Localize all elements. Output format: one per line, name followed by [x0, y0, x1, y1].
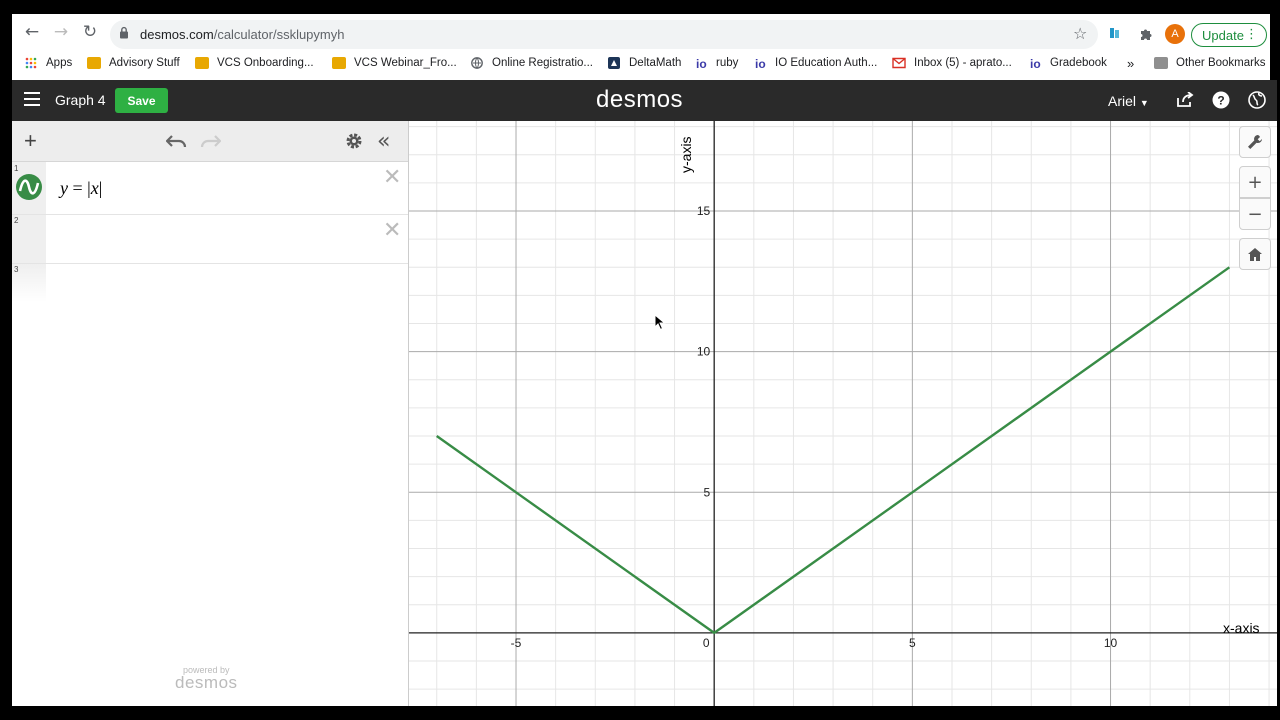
bookmark-io-education[interactable]: io IO Education Auth... [755, 54, 877, 72]
powered-by-logo: desmos [175, 673, 238, 692]
bookmark-star-icon[interactable]: ☆ [1073, 24, 1087, 43]
graph-paper[interactable]: -5 0 5 10 5 10 15 x-axis y-axis [409, 121, 1277, 706]
folder-icon [195, 57, 209, 69]
x-tick-label: 5 [909, 636, 916, 650]
url-text[interactable]: desmos.com/calculator/ssklupymyh [140, 27, 344, 42]
y-tick-label: 15 [697, 204, 711, 218]
user-name: Ariel [1108, 93, 1137, 109]
bookmark-label: VCS Onboarding... [217, 57, 314, 69]
share-icon[interactable] [1176, 91, 1194, 109]
bookmark-label: Online Registratio... [492, 57, 593, 69]
expr-equals: = [68, 178, 88, 198]
bookmark-label: VCS Webinar_Fro... [354, 57, 457, 69]
update-label: Update [1202, 27, 1244, 43]
expr-var-x: x [90, 178, 99, 198]
delete-expression-icon[interactable]: ✕ [383, 218, 401, 243]
io-icon: io [755, 57, 766, 71]
forward-button[interactable]: → [49, 20, 73, 44]
other-bookmarks[interactable]: Other Bookmarks [1154, 54, 1265, 72]
save-button[interactable]: Save [115, 88, 168, 113]
bookmark-inbox[interactable]: Inbox (5) - aprato... [892, 54, 1012, 72]
bookmark-label: Apps [46, 57, 73, 69]
folder-icon [1154, 57, 1168, 69]
bookmark-online-registration[interactable]: Online Registratio... [470, 54, 593, 72]
mouse-cursor-icon [654, 314, 666, 331]
default-view-home-icon[interactable] [1239, 238, 1271, 270]
url-host: desmos.com [140, 27, 214, 42]
update-button[interactable]: Update ⋮ [1191, 23, 1267, 47]
y-axis-label: y-axis [678, 136, 694, 173]
url-path: /calculator/ssklupymyh [213, 27, 345, 42]
profile-avatar[interactable]: A [1165, 24, 1185, 44]
kebab-menu-icon[interactable]: ⋮ [1245, 27, 1258, 42]
graph-settings-wrench-icon[interactable] [1239, 126, 1271, 158]
bookmark-label: ruby [716, 57, 739, 69]
powered-by-desmos[interactable]: powered by desmos [175, 665, 238, 693]
help-icon[interactable]: ? [1212, 91, 1230, 109]
graph-canvas[interactable]: -5 0 5 10 5 10 15 x-axis y-axis [409, 121, 1277, 706]
io-icon: io [1030, 57, 1041, 71]
bookmark-deltamath[interactable]: DeltaMath [607, 54, 681, 72]
more-bookmarks-button[interactable]: » [1127, 54, 1134, 72]
globe-icon [471, 57, 483, 69]
bookmark-gradebook[interactable]: io Gradebook [1030, 54, 1107, 72]
folder-icon [87, 57, 101, 69]
bookmark-advisory-stuff[interactable]: Advisory Stuff [87, 54, 180, 72]
undo-icon[interactable] [165, 132, 188, 150]
hamburger-menu-icon[interactable] [24, 92, 40, 106]
x-tick-label: 0 [703, 636, 710, 650]
zoom-out-icon[interactable]: − [1239, 198, 1271, 230]
user-menu[interactable]: Ariel ▼ [1108, 93, 1149, 109]
bookmark-label: Other Bookmarks [1176, 57, 1266, 69]
tick-labels: -5 0 5 10 5 10 15 [511, 204, 1118, 650]
x-axis-label: x-axis [1223, 620, 1260, 636]
desmos-logo: desmos [596, 86, 684, 113]
graph-title[interactable]: Graph 4 [55, 92, 106, 108]
zoom-in-icon[interactable]: + [1239, 166, 1271, 198]
row-number: 1 [14, 164, 19, 173]
io-icon: io [696, 57, 707, 71]
gear-settings-icon[interactable] [345, 132, 363, 150]
globe-language-icon[interactable] [1248, 91, 1266, 109]
collapse-panel-icon[interactable]: « [377, 129, 390, 154]
bookmark-apps[interactable]: Apps [24, 54, 72, 72]
reload-button[interactable]: ↻ [78, 20, 102, 44]
caret-down-icon: ▼ [1139, 98, 1149, 108]
expr-var-y: y [60, 178, 68, 198]
minor-grid [409, 121, 1277, 706]
expression-row-2[interactable] [12, 215, 408, 264]
extension-icon[interactable] [1110, 27, 1123, 39]
x-tick-label: -5 [511, 636, 522, 650]
expression-row-3[interactable] [46, 264, 408, 302]
delete-expression-icon[interactable]: ✕ [383, 165, 401, 190]
lock-icon [120, 26, 128, 39]
bookmark-label: DeltaMath [629, 57, 682, 69]
apps-grid-icon [25, 57, 37, 69]
y-tick-label: 10 [697, 345, 711, 359]
graph-toggle-icon[interactable] [16, 174, 42, 200]
bookmark-label: Advisory Stuff [109, 57, 180, 69]
row-number: 3 [14, 265, 19, 274]
bookmark-vcs-webinar[interactable]: VCS Webinar_Fro... [332, 54, 457, 72]
bookmark-label: Inbox (5) - aprato... [914, 57, 1012, 69]
svg-text:?: ? [1217, 94, 1224, 108]
redo-icon[interactable] [199, 132, 222, 150]
puzzle-extensions-icon[interactable] [1138, 26, 1154, 42]
axes [409, 121, 1277, 706]
expression-input[interactable]: y = |x| [60, 178, 102, 199]
y-tick-label: 5 [703, 485, 710, 499]
bookmark-label: Gradebook [1050, 57, 1107, 69]
deltamath-icon [608, 57, 620, 69]
add-item-icon[interactable]: + [24, 130, 37, 152]
back-button[interactable]: ← [20, 20, 44, 44]
gmail-icon [892, 57, 906, 69]
folder-icon [332, 57, 346, 69]
row-number: 2 [14, 216, 19, 225]
major-grid [409, 121, 1277, 706]
bookmark-vcs-onboarding[interactable]: VCS Onboarding... [195, 54, 314, 72]
bookmark-ruby[interactable]: io ruby [696, 54, 738, 72]
x-tick-label: 10 [1104, 636, 1118, 650]
expr-abs-close: | [98, 178, 103, 198]
bookmark-label: IO Education Auth... [775, 57, 878, 69]
